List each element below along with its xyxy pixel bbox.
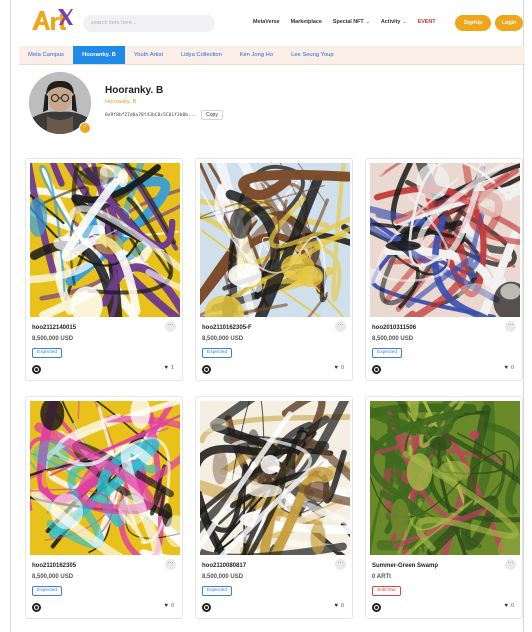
artist-subtitle: Hooranky. B bbox=[105, 99, 137, 105]
status-badge: Expected bbox=[202, 586, 233, 596]
status-badge: Expected bbox=[32, 586, 63, 596]
copy-address-button[interactable]: Copy bbox=[201, 110, 223, 120]
verified-badge-icon: ✓ bbox=[79, 122, 91, 134]
card-title: hoo2110080817 bbox=[202, 563, 247, 569]
currency-icon bbox=[32, 365, 41, 374]
nav-activity[interactable]: Activity ⌄ bbox=[381, 19, 407, 25]
currency-icon bbox=[372, 365, 381, 374]
card-title: hoo2112140015 bbox=[32, 325, 77, 331]
search-input[interactable]: search item here... bbox=[83, 15, 215, 32]
card-price: 8,500,000 USD bbox=[32, 336, 74, 342]
status-badge: Sold Out bbox=[372, 586, 401, 596]
artwork-image bbox=[30, 401, 180, 555]
currency-icon bbox=[202, 603, 211, 612]
card-price: 8,500,000 USD bbox=[32, 574, 74, 580]
signup-button[interactable]: SignUp bbox=[455, 15, 491, 31]
artwork-image bbox=[370, 163, 520, 317]
artwork-image bbox=[200, 401, 350, 555]
artwork-image bbox=[370, 401, 520, 555]
like-count: 0 bbox=[340, 365, 344, 371]
like-count: 0 bbox=[170, 603, 174, 609]
like-count: 0 bbox=[510, 603, 514, 609]
heart-icon: ♥ bbox=[164, 603, 168, 609]
currency-icon bbox=[372, 603, 381, 612]
nft-card[interactable]: hoo2110162305-F ··· 8,500,000 USD Expect… bbox=[195, 158, 353, 381]
more-options-icon[interactable]: ··· bbox=[505, 321, 516, 332]
like-count: 1 bbox=[170, 365, 174, 371]
card-title: hoo2110162305 bbox=[32, 563, 77, 569]
like-button[interactable]: ♥ 0 bbox=[504, 603, 514, 609]
tab-meta-campus[interactable]: Meta Campus bbox=[19, 46, 73, 64]
artist-name: Hooranky. B bbox=[105, 85, 164, 96]
nav-marketplace[interactable]: Marketplace bbox=[291, 19, 322, 25]
like-count: 0 bbox=[340, 603, 344, 609]
collection-tabs: Meta Campus Hooranky. B Youth Artist Lid… bbox=[19, 46, 525, 65]
tab-lee-seung-youp[interactable]: Lee Seung Youp bbox=[282, 46, 343, 64]
heart-icon: ♥ bbox=[334, 603, 338, 609]
more-options-icon[interactable]: ··· bbox=[165, 321, 176, 332]
card-price: 0 ARTI bbox=[372, 574, 391, 580]
card-title: Summer-Green Swamp bbox=[372, 563, 439, 569]
status-badge: Expected bbox=[372, 348, 403, 358]
main-nav: MetaVerse Marketplace Special NFT ⌄ Activ… bbox=[253, 19, 436, 25]
currency-icon bbox=[202, 365, 211, 374]
login-button[interactable]: Login bbox=[495, 15, 523, 31]
like-button[interactable]: ♥ 0 bbox=[504, 365, 514, 371]
nav-activity-label: Activity bbox=[380, 19, 401, 25]
more-options-icon[interactable]: ··· bbox=[335, 559, 346, 570]
tab-kim-jong-ho[interactable]: Kim Jong Ho bbox=[231, 46, 282, 64]
nft-card[interactable]: Summer-Green Swamp ··· 0 ARTI Sold Out ♥… bbox=[365, 396, 523, 619]
nav-special-nft-label: Special NFT bbox=[332, 19, 364, 25]
artix-logo[interactable] bbox=[29, 6, 73, 36]
heart-icon: ♥ bbox=[504, 365, 508, 371]
card-title: hoo2010311506 bbox=[372, 325, 417, 331]
tab-youth-artist[interactable]: Youth Artist bbox=[125, 46, 172, 64]
like-count: 0 bbox=[510, 365, 514, 371]
top-navigation-bar: search item here... MetaVerse Marketplac… bbox=[11, 0, 523, 44]
tab-hooranky-b[interactable]: Hooranky. B bbox=[73, 46, 125, 64]
heart-icon: ♥ bbox=[504, 603, 508, 609]
card-price: 8,500,000 USD bbox=[202, 336, 244, 342]
heart-icon: ♥ bbox=[164, 365, 168, 371]
like-button[interactable]: ♥ 0 bbox=[334, 365, 344, 371]
nft-card[interactable]: hoo2110162305 ··· 8,500,000 USD Expected… bbox=[25, 396, 183, 619]
tab-lidya-collection[interactable]: Lidya Collection bbox=[172, 46, 231, 64]
like-button[interactable]: ♥ 1 bbox=[164, 365, 174, 371]
wallet-address: 0x9f8bf27d0a78f43bC8c5C01f3b0b... bbox=[105, 113, 197, 118]
nav-metaverse[interactable]: MetaVerse bbox=[253, 19, 280, 25]
more-options-icon[interactable]: ··· bbox=[505, 559, 516, 570]
chevron-down-icon: ⌄ bbox=[402, 19, 407, 25]
nft-card[interactable]: hoo2010311506 ··· 8,500,000 USD Expected… bbox=[365, 158, 523, 381]
like-button[interactable]: ♥ 0 bbox=[164, 603, 174, 609]
card-title: hoo2110162305-F bbox=[202, 325, 252, 331]
nft-card[interactable]: hoo2112140015 ··· 8,500,000 USD Expected… bbox=[25, 158, 183, 381]
more-options-icon[interactable]: ··· bbox=[335, 321, 346, 332]
status-badge: Expected bbox=[202, 348, 233, 358]
artwork-image bbox=[30, 163, 180, 317]
nav-event[interactable]: EVENT bbox=[418, 19, 436, 25]
card-price: 8,500,000 USD bbox=[372, 336, 414, 342]
heart-icon: ♥ bbox=[334, 365, 338, 371]
status-badge: Expected bbox=[32, 348, 63, 358]
artwork-image bbox=[200, 163, 350, 317]
page-frame: search item here... MetaVerse Marketplac… bbox=[10, 0, 525, 632]
chevron-down-icon: ⌄ bbox=[365, 19, 370, 25]
nft-card[interactable]: hoo2110080817 ··· 8,500,000 USD Expected… bbox=[195, 396, 353, 619]
nav-special-nft[interactable]: Special NFT ⌄ bbox=[333, 19, 370, 25]
more-options-icon[interactable]: ··· bbox=[165, 559, 176, 570]
like-button[interactable]: ♥ 0 bbox=[334, 603, 344, 609]
currency-icon bbox=[32, 603, 41, 612]
card-price: 8,500,000 USD bbox=[202, 574, 244, 580]
